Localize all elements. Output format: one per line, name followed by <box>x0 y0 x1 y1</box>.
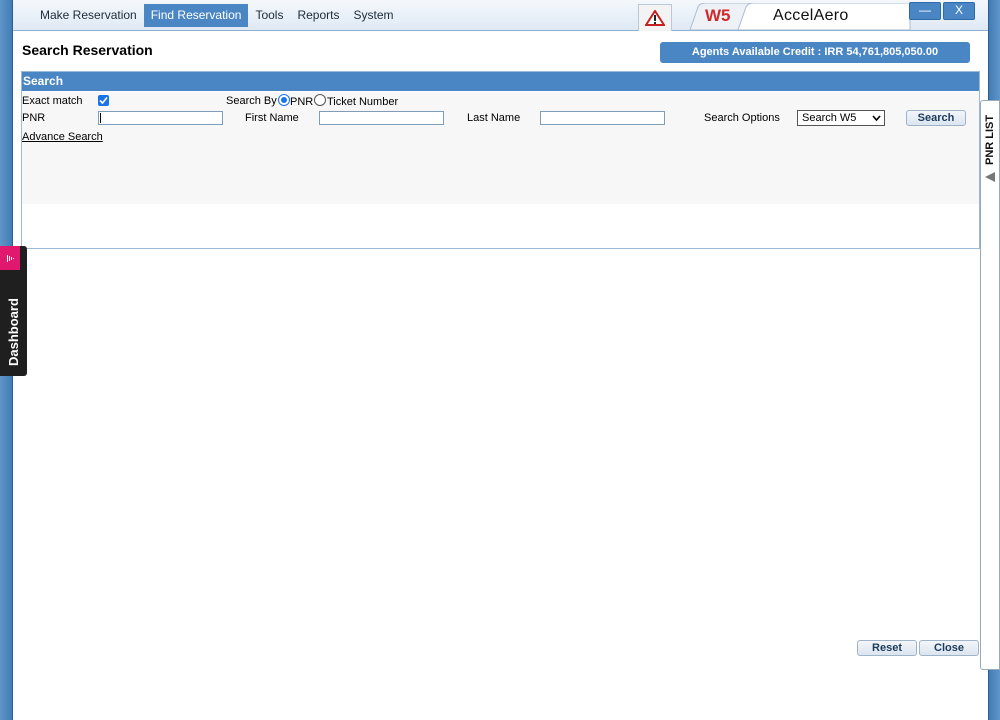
advance-search-link[interactable]: Advance Search <box>22 131 103 143</box>
warning-icon <box>645 10 665 26</box>
search-options-value: Search W5 <box>802 112 857 124</box>
page-title: Search Reservation <box>22 42 153 58</box>
dashboard-tab[interactable]: Dashboard <box>0 246 27 376</box>
chevron-down-icon <box>872 115 881 122</box>
menu-system[interactable]: System <box>346 4 400 27</box>
brand-logo: AccelAero <box>773 7 849 24</box>
menu-find-reservation[interactable]: Find Reservation <box>143 4 249 27</box>
text-cursor <box>100 113 101 123</box>
close-window-button[interactable]: X <box>943 2 975 20</box>
expand-left-icon <box>985 172 995 182</box>
menu-make-reservation[interactable]: Make Reservation <box>33 4 144 27</box>
dashboard-tab-label: Dashboard <box>6 298 21 366</box>
search-by-ticket-radio[interactable] <box>314 94 326 106</box>
pnr-label: PNR <box>22 112 46 124</box>
exact-match-label: Exact match <box>22 95 83 107</box>
search-by-ticket-label: Ticket Number <box>327 96 399 108</box>
pnr-input[interactable] <box>98 111 223 125</box>
last-name-label: Last Name <box>467 112 521 124</box>
brand-tab: AccelAero <box>733 3 909 30</box>
first-name-label: First Name <box>245 112 299 124</box>
menu-tools[interactable]: Tools <box>248 4 290 27</box>
agent-credit-badge: Agents Available Credit : IRR 54,761,805… <box>660 42 970 63</box>
main-menu: Make Reservation Find Reservation Tools … <box>33 4 401 27</box>
minimize-button[interactable]: — <box>909 2 941 20</box>
search-button[interactable]: Search <box>906 110 966 126</box>
search-panel-header: Search <box>22 72 979 91</box>
check-icon <box>99 96 108 105</box>
menu-reports[interactable]: Reports <box>290 4 346 27</box>
exact-match-checkbox[interactable] <box>98 95 109 106</box>
search-by-label: Search By <box>226 95 277 107</box>
last-name-input[interactable] <box>540 111 665 125</box>
close-button[interactable]: Close <box>919 640 979 656</box>
pnr-list-tab-label: PNR LIST <box>984 114 996 165</box>
search-options-label: Search Options <box>704 112 780 124</box>
pnr-list-tab[interactable]: PNR LIST <box>980 100 1000 670</box>
search-by-pnr-radio[interactable] <box>278 94 290 106</box>
reset-button[interactable]: Reset <box>857 640 917 656</box>
first-name-input[interactable] <box>319 111 444 125</box>
alert-tab[interactable] <box>638 4 672 31</box>
dashboard-tab-marker <box>0 246 20 270</box>
search-panel: Search <box>21 71 980 249</box>
search-by-pnr-label: PNR <box>290 96 314 108</box>
top-menu-bar: Make Reservation Find Reservation Tools … <box>13 0 988 31</box>
carrier-code: W5 <box>705 6 731 25</box>
dashboard-tab-icon <box>7 255 14 262</box>
search-panel-body <box>22 92 979 204</box>
window-controls: — X <box>909 2 977 20</box>
search-options-select[interactable]: Search W5 <box>797 110 885 126</box>
